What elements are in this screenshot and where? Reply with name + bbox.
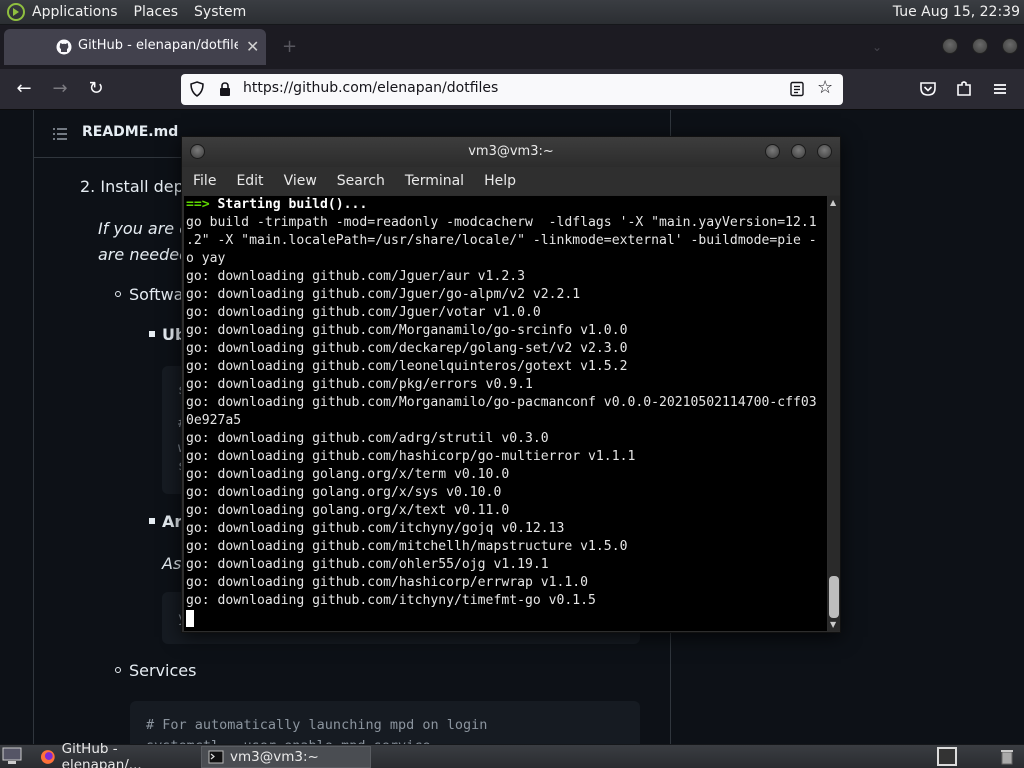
terminal-line: go: downloading golang.org/x/term v0.10.…: [186, 467, 510, 482]
terminal-icon: [208, 750, 224, 764]
tracking-shield-icon[interactable]: [189, 81, 205, 97]
browser-tab-github[interactable]: GitHub - elenapan/dotfiles: ✕: [4, 29, 266, 65]
workspace-switcher[interactable]: [937, 747, 957, 766]
terminal-screen[interactable]: ==> Starting build()... go build -trimpat…: [184, 196, 827, 631]
maximize-window-button[interactable]: [972, 38, 988, 54]
pocket-icon[interactable]: [916, 77, 940, 101]
terminal-cursor: [186, 610, 194, 627]
terminal-line: go: downloading golang.org/x/text v0.11.…: [186, 503, 510, 518]
browser-tab-bar: GitHub - elenapan/dotfiles: ✕ + ⌄: [0, 25, 1024, 69]
forward-arrow-icon[interactable]: →: [48, 77, 72, 101]
code-comment: # For automatically launching mpd on log…: [146, 717, 488, 733]
terminal-line: go: downloading github.com/hashicorp/err…: [186, 575, 589, 590]
outline-list-icon[interactable]: [52, 126, 68, 142]
scrollbar-thumb[interactable]: [829, 576, 839, 618]
back-arrow-icon[interactable]: ←: [12, 77, 36, 101]
taskbar-firefox[interactable]: GitHub - elenapan/...: [34, 741, 199, 768]
taskbar-terminal[interactable]: vm3@vm3:~: [201, 746, 371, 768]
terminal-line: o yay: [186, 251, 226, 266]
terminal-menubar: File Edit View Search Terminal Help: [182, 167, 840, 195]
menu-help[interactable]: Help: [484, 173, 516, 189]
scroll-down-arrow-icon[interactable]: ▼: [830, 620, 836, 629]
lock-icon[interactable]: [217, 81, 233, 97]
extensions-puzzle-icon[interactable]: [952, 77, 976, 101]
distro-logo-icon[interactable]: [6, 2, 26, 22]
show-desktop-icon[interactable]: [2, 747, 22, 765]
terminal-line: go: downloading github.com/ohler55/ojg v…: [186, 557, 549, 572]
terminal-line: go: downloading github.com/deckarep/gola…: [186, 341, 628, 356]
terminal-line: go: downloading github.com/pkg/errors v0…: [186, 377, 533, 392]
reload-icon[interactable]: ↻: [84, 77, 108, 101]
minimize-window-button[interactable]: [942, 38, 958, 54]
trash-icon[interactable]: [998, 747, 1016, 765]
menu-terminal[interactable]: Terminal: [405, 173, 464, 189]
firefox-icon: [40, 750, 55, 764]
services-item: Services: [129, 661, 197, 680]
bullet-square-icon: [149, 331, 155, 337]
menu-search[interactable]: Search: [337, 173, 385, 189]
terminal-line: ==> Starting build()...: [186, 196, 817, 214]
terminal-line: .2" -X "main.localePath=/usr/share/local…: [186, 233, 817, 248]
bookmark-star-icon[interactable]: ☆: [817, 77, 833, 98]
terminal-line: go: downloading github.com/hashicorp/go-…: [186, 449, 636, 464]
hamburger-menu-icon[interactable]: [988, 77, 1012, 101]
terminal-line: go: downloading github.com/itchyny/gojq …: [186, 521, 565, 536]
build-arrow: ==>: [186, 197, 210, 212]
terminal-line: go: downloading golang.org/x/sys v0.10.0: [186, 485, 502, 500]
taskbar-terminal-label: vm3@vm3:~: [230, 749, 319, 765]
tab-close-button[interactable]: ✕: [246, 37, 259, 56]
system-menu[interactable]: System: [194, 4, 246, 20]
as-text: As: [162, 554, 182, 573]
terminal-close-button[interactable]: [817, 144, 832, 159]
terminal-line: go: downloading github.com/Jguer/go-alpm…: [186, 287, 581, 302]
readme-filename[interactable]: README.md: [82, 124, 178, 140]
url-bar[interactable]: https://github.com/elenapan/dotfiles ☆: [181, 74, 843, 105]
applications-menu[interactable]: Applications: [32, 4, 118, 20]
menu-edit[interactable]: Edit: [236, 173, 263, 189]
reader-view-icon[interactable]: [789, 81, 805, 97]
terminal-titlebar[interactable]: vm3@vm3:~: [182, 137, 840, 167]
terminal-title: vm3@vm3:~: [468, 144, 554, 159]
bottom-taskbar: GitHub - elenapan/... vm3@vm3:~: [0, 741, 1024, 768]
terminal-line: go: downloading github.com/Morganamilo/g…: [186, 395, 817, 410]
tab-title: GitHub - elenapan/dotfiles:: [78, 38, 238, 53]
list-all-tabs-chevron-icon[interactable]: ⌄: [872, 40, 882, 54]
close-window-button[interactable]: [1002, 38, 1018, 54]
terminal-output: ==> Starting build()... go build -trimpat…: [186, 196, 817, 628]
menu-view[interactable]: View: [284, 173, 317, 189]
terminal-line: go: downloading github.com/Jguer/votar v…: [186, 305, 541, 320]
terminal-scrollbar[interactable]: ▲ ▼: [828, 196, 840, 631]
terminal-line: 0e927a5: [186, 413, 242, 428]
new-tab-button[interactable]: +: [282, 36, 297, 57]
places-menu[interactable]: Places: [134, 4, 179, 20]
terminal-window[interactable]: vm3@vm3:~ File Edit View Search Terminal…: [181, 136, 841, 633]
terminal-minimize-button[interactable]: [765, 144, 780, 159]
terminal-line: go: downloading github.com/leonelquinter…: [186, 359, 628, 374]
bullet-circle-icon: [115, 291, 121, 297]
url-text[interactable]: https://github.com/elenapan/dotfiles: [243, 80, 498, 96]
terminal-line: go: downloading github.com/itchyny/timef…: [186, 593, 596, 608]
github-icon: [56, 39, 72, 55]
browser-nav-bar: ← → ↻ https://github.com/elenapan/dotfil…: [0, 69, 1024, 110]
bullet-circle-icon: [115, 667, 121, 673]
terminal-line: go: downloading github.com/Jguer/aur v1.…: [186, 269, 525, 284]
scroll-up-arrow-icon[interactable]: ▲: [830, 198, 836, 207]
top-panel: Applications Places System Tue Aug 15, 2…: [0, 0, 1024, 25]
terminal-prompt-line[interactable]: [186, 610, 817, 628]
starting-build-text: Starting build()...: [217, 197, 368, 212]
bullet-square-icon: [149, 518, 155, 524]
terminal-maximize-button[interactable]: [791, 144, 806, 159]
terminal-line: go: downloading github.com/Morganamilo/g…: [186, 323, 628, 338]
taskbar-firefox-label: GitHub - elenapan/...: [61, 741, 142, 768]
menu-file[interactable]: File: [193, 173, 216, 189]
terminal-line: go: downloading github.com/mitchellh/map…: [186, 539, 628, 554]
readme-italic-line-2: are needed.: [98, 245, 195, 264]
terminal-line: go build -trimpath -mod=readonly -modcac…: [186, 215, 817, 230]
clock[interactable]: Tue Aug 15, 22:39: [893, 4, 1020, 20]
terminal-line: go: downloading github.com/adrg/strutil …: [186, 431, 549, 446]
